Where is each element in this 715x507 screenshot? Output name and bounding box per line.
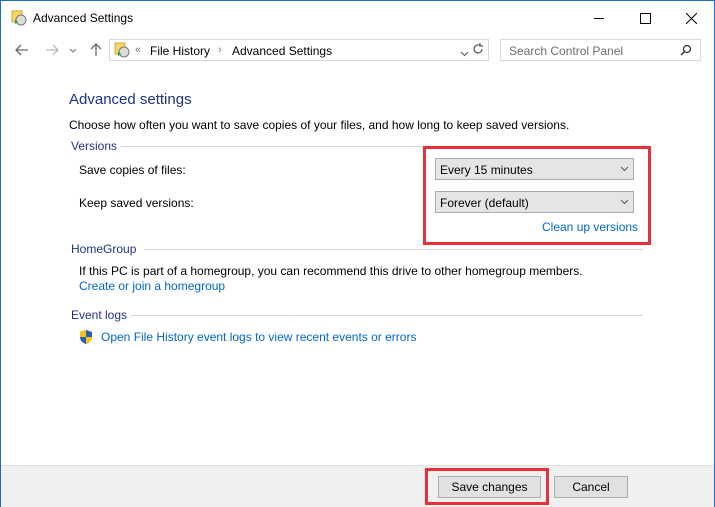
recent-locations-button[interactable]	[67, 41, 79, 59]
search-icon[interactable]	[680, 44, 692, 56]
file-history-icon	[11, 10, 27, 26]
title-bar: Advanced Settings	[1, 1, 714, 35]
page-heading: Advanced settings	[69, 91, 192, 108]
event-logs-divider	[131, 315, 643, 316]
page-description: Choose how often you want to save copies…	[69, 118, 570, 132]
up-button[interactable]	[87, 41, 105, 59]
advanced-settings-window: Advanced Settings « File History › Advan…	[0, 0, 715, 507]
homegroup-text: If this PC is part of a homegroup, you c…	[79, 264, 583, 278]
versions-group-label: Versions	[71, 139, 118, 153]
breadcrumb-overflow[interactable]: «	[135, 44, 141, 56]
breadcrumb-file-history[interactable]: File History	[150, 44, 210, 58]
save-copies-label: Save copies of files:	[79, 163, 186, 177]
minimize-icon	[594, 17, 604, 19]
breadcrumb-separator-icon: ›	[218, 44, 222, 56]
footer-bar: Save changes Cancel	[1, 465, 714, 507]
arrow-up-icon	[90, 43, 102, 56]
chevron-down-icon	[69, 48, 77, 53]
shield-icon	[80, 330, 92, 344]
cancel-button[interactable]: Cancel	[554, 476, 628, 498]
versions-highlight-box	[423, 146, 651, 245]
keep-versions-label: Keep saved versions:	[79, 196, 194, 210]
event-logs-group-label: Event logs	[71, 308, 128, 322]
back-button[interactable]	[13, 41, 31, 59]
refresh-button[interactable]	[471, 42, 489, 60]
maximize-icon	[639, 12, 651, 24]
address-dropdown-button[interactable]	[460, 46, 469, 60]
navigation-bar: « File History › Advanced Settings Searc…	[1, 37, 714, 65]
chevron-down-icon	[460, 51, 469, 57]
window-title: Advanced Settings	[33, 11, 134, 25]
search-input[interactable]: Search Control Panel	[500, 39, 701, 61]
breadcrumb-advanced-settings[interactable]: Advanced Settings	[232, 44, 332, 58]
homegroup-group-label: HomeGroup	[71, 242, 137, 256]
save-highlight-box	[425, 468, 549, 505]
close-button[interactable]	[668, 1, 714, 35]
address-bar[interactable]: « File History › Advanced Settings	[109, 39, 489, 61]
minimize-button[interactable]	[576, 1, 622, 35]
create-join-homegroup-link[interactable]: Create or join a homegroup	[79, 279, 225, 293]
open-event-logs-link[interactable]: Open File History event logs to view rec…	[101, 330, 416, 344]
refresh-icon	[473, 43, 483, 54]
arrow-right-icon	[46, 44, 59, 56]
homegroup-divider	[144, 249, 643, 250]
forward-button[interactable]	[43, 41, 61, 59]
file-history-icon	[114, 42, 130, 58]
maximize-button[interactable]	[622, 1, 668, 35]
close-icon	[685, 12, 697, 24]
search-placeholder: Search Control Panel	[509, 44, 624, 58]
arrow-left-icon	[15, 44, 28, 56]
